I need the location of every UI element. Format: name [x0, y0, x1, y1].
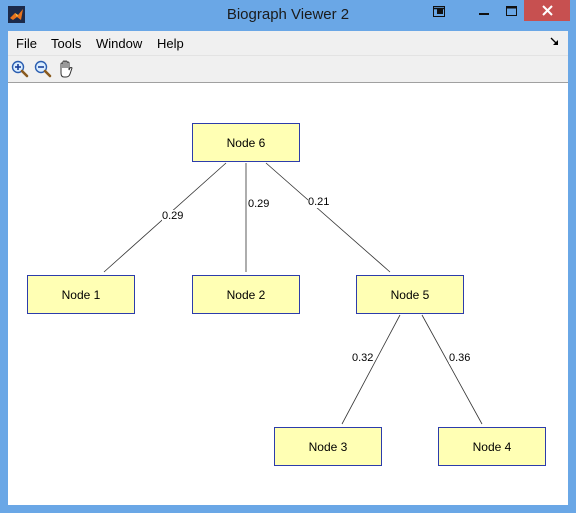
menu-bar: File Tools Window Help	[8, 31, 568, 56]
edge-5-3	[341, 314, 401, 425]
graph-node[interactable]: Node 1	[27, 275, 135, 314]
menu-tools[interactable]: Tools	[51, 36, 81, 51]
undock-arrow-icon[interactable]	[550, 36, 560, 48]
graph-node[interactable]: Node 2	[192, 275, 300, 314]
client-area: File Tools Window Help 0.29 0.29 0.21 0.…	[8, 31, 568, 505]
graph-node[interactable]: Node 6	[192, 123, 300, 162]
edge-weight-label: 0.36	[449, 352, 471, 364]
dock-icon	[433, 5, 445, 17]
close-button[interactable]	[524, 0, 570, 21]
maximize-icon	[505, 6, 517, 16]
graph-node[interactable]: Node 3	[274, 427, 382, 466]
zoom-in-icon[interactable]	[10, 59, 30, 79]
edge-weight-label: 0.29	[162, 210, 184, 222]
menu-file[interactable]: File	[16, 36, 37, 51]
edge-5-4	[421, 314, 483, 425]
menu-window[interactable]: Window	[96, 36, 142, 51]
maximize-button[interactable]	[497, 0, 525, 22]
minimize-icon	[479, 13, 489, 15]
biograph-viewer-window: Biograph Viewer 2 File Tools Window Help…	[0, 0, 576, 513]
pan-hand-icon[interactable]	[56, 59, 76, 79]
graph-node[interactable]: Node 5	[356, 275, 464, 314]
graph-node[interactable]: Node 4	[438, 427, 546, 466]
close-icon	[541, 5, 553, 16]
edge-weight-label: 0.29	[248, 198, 270, 210]
title-bar[interactable]: Biograph Viewer 2	[0, 0, 576, 31]
zoom-out-icon[interactable]	[33, 59, 53, 79]
edge-weight-label: 0.21	[308, 196, 330, 208]
menu-help[interactable]: Help	[157, 36, 184, 51]
graph-canvas[interactable]: 0.29 0.29 0.21 0.32 0.36 Node 6 Node 1 N…	[8, 83, 568, 505]
minimize-button[interactable]	[470, 0, 498, 22]
edge-6-5	[265, 162, 391, 273]
edge-weight-label: 0.32	[352, 352, 374, 364]
dock-button[interactable]	[425, 0, 453, 22]
toolbar	[8, 56, 568, 83]
